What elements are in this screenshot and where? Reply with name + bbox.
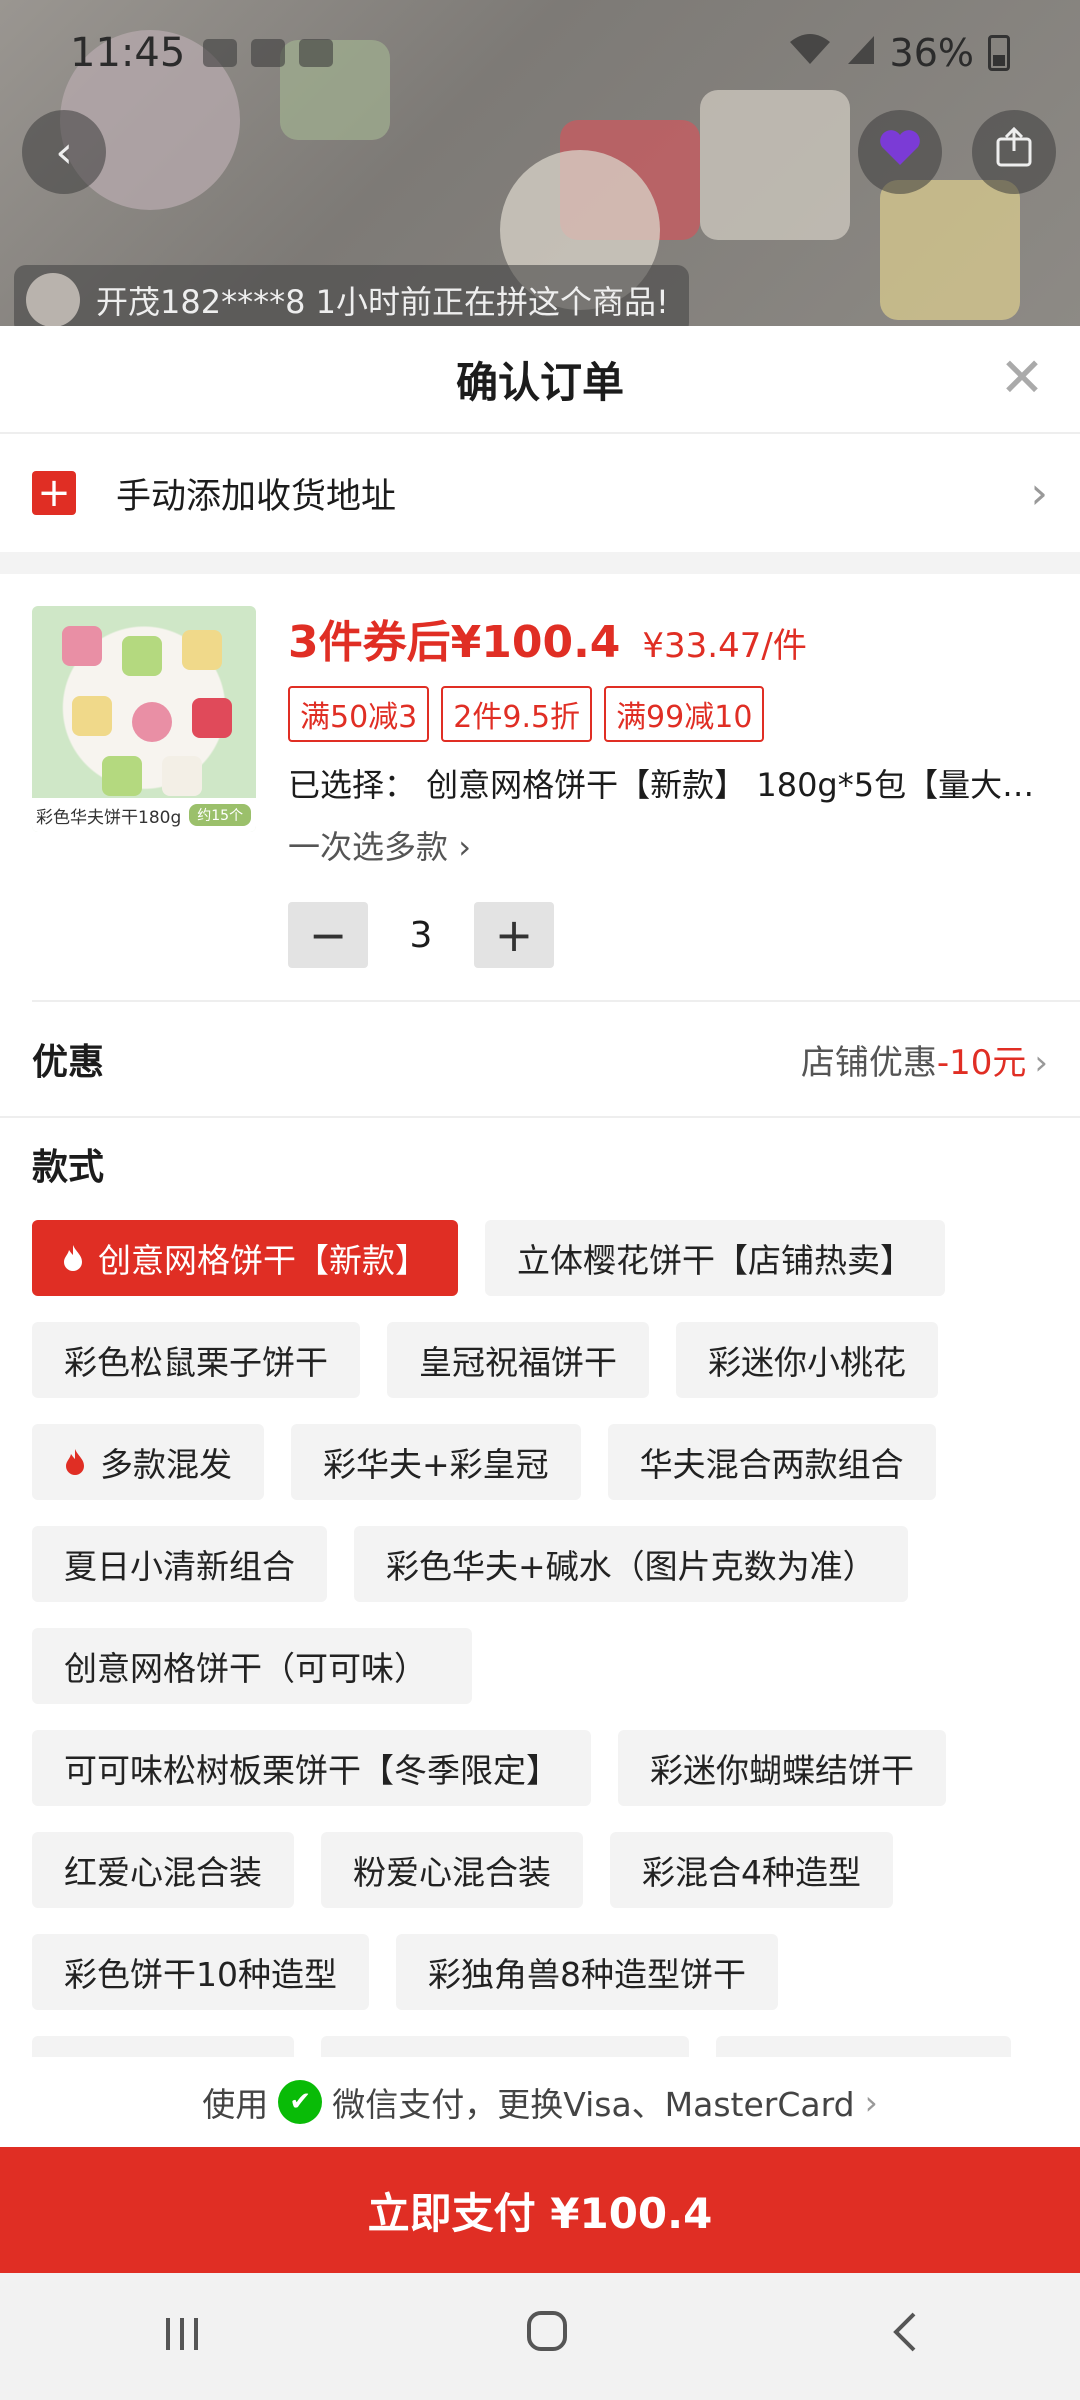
- promotion-row[interactable]: 优惠 店铺优惠-10元 ›: [0, 1002, 1080, 1118]
- discount-tag: 2件9.5折: [441, 686, 593, 742]
- style-option[interactable]: 立体樱花饼干【店铺热卖】: [485, 1220, 945, 1296]
- style-option[interactable]: 彩华夫+彩皇冠: [291, 1424, 581, 1500]
- back-nav-icon[interactable]: [890, 2308, 920, 2366]
- notification-icons: [203, 38, 334, 67]
- avatar: [26, 273, 80, 327]
- chevron-right-icon: ›: [1034, 1042, 1048, 1083]
- style-option-label: 创意网格饼干【新款】: [98, 1241, 428, 1280]
- style-option[interactable]: 彩色松鼠栗子饼干: [32, 1322, 360, 1398]
- product-summary: 彩色华夫饼干180g 约15个 3件券后¥100.4 ¥33.47/件 满50减…: [0, 574, 1080, 968]
- plus-icon: +: [32, 471, 76, 515]
- promotion-prefix: 店铺优惠: [800, 1042, 937, 1083]
- increment-button[interactable]: +: [474, 902, 554, 968]
- style-option-selected[interactable]: 创意网格饼干【新款】: [32, 1220, 458, 1296]
- signal-icon: [846, 31, 876, 75]
- heart-icon: [878, 127, 922, 178]
- status-time: 11:45: [70, 29, 186, 76]
- style-option[interactable]: 夏日小清新组合: [32, 1526, 327, 1602]
- chevron-right-icon: ›: [458, 828, 471, 866]
- close-icon[interactable]: ✕: [992, 348, 1052, 408]
- battery-level: 36%: [889, 30, 974, 75]
- style-option[interactable]: 彩迷你蝴蝶结饼干: [618, 1730, 946, 1806]
- discount-tag: 满99减10: [604, 686, 765, 742]
- style-option[interactable]: 彩色饼干10种造型: [32, 1934, 369, 2010]
- wifi-icon: [788, 31, 832, 75]
- multi-select-label: 一次选多款: [288, 828, 449, 866]
- product-thumbnail: 彩色华夫饼干180g 约15个: [32, 606, 256, 832]
- fire-icon: [66, 1449, 84, 1475]
- home-icon[interactable]: [523, 2307, 571, 2367]
- payment-method-row[interactable]: 使用 ✔ 微信支付，更换Visa、MasterCard ›: [0, 2057, 1080, 2147]
- system-navigation-bar: [0, 2273, 1080, 2400]
- status-bar: 11:45 36%: [0, 0, 1080, 105]
- battery-icon: [988, 34, 1010, 71]
- style-section-title: 款式: [32, 1147, 105, 1188]
- decrement-button[interactable]: −: [288, 902, 368, 968]
- share-button[interactable]: [972, 110, 1056, 194]
- wechat-pay-icon: ✔: [278, 2080, 323, 2124]
- pay-now-button[interactable]: 立即支付 ¥100.4: [0, 2147, 1080, 2273]
- sheet-header: 确认订单 ✕: [0, 326, 1080, 434]
- group-buy-ticker: 开茂182****8 1小时前正在拼这个商品!: [14, 265, 689, 335]
- promotion-label: 优惠: [32, 1042, 105, 1083]
- style-option[interactable]: 华夫混合两款组合: [607, 1424, 936, 1500]
- selected-variant[interactable]: 已选择： 创意网格饼干【新款】 180g*5包【量大买家可联系客服】: [288, 760, 1048, 806]
- add-address-label: 手动添加收货地址: [116, 476, 397, 517]
- payment-prefix: 使用: [202, 2085, 269, 2124]
- promotion-value: 店铺优惠-10元 ›: [801, 1035, 1048, 1084]
- back-button[interactable]: ‹: [22, 110, 106, 194]
- fire-icon: [64, 1245, 82, 1271]
- product-info: 3件券后¥100.4 ¥33.47/件 满50减3 2件9.5折 满99减10 …: [288, 606, 1048, 968]
- chevron-right-icon: ›: [1030, 467, 1048, 519]
- style-option[interactable]: 彩迷你小桃花: [676, 1322, 938, 1398]
- quantity-stepper: − 3 +: [288, 902, 1048, 968]
- style-option-label: 多款混发: [100, 1445, 232, 1484]
- style-option[interactable]: 红爱心混合装: [32, 1832, 294, 1908]
- style-option[interactable]: 可可味松树板栗饼干【冬季限定】: [32, 1730, 591, 1806]
- share-icon: [992, 125, 1036, 180]
- page-title: 确认订单: [455, 357, 624, 407]
- unit-price: ¥33.47/件: [642, 626, 807, 666]
- discount-tag: 满50减3: [288, 686, 430, 742]
- payment-method-text: 微信支付，更换Visa、MasterCard: [332, 2085, 855, 2124]
- discount-tags: 满50减3 2件9.5折 满99减10: [288, 686, 1048, 742]
- style-option[interactable]: 彩独角兽8种造型饼干: [396, 1934, 778, 2010]
- promotion-amount: -10元: [936, 1042, 1027, 1083]
- favorite-button[interactable]: [858, 110, 942, 194]
- add-address-row[interactable]: + 手动添加收货地址 ›: [0, 434, 1080, 552]
- thumbnail-caption-text: 彩色华夫饼干180g: [36, 807, 182, 828]
- recent-apps-icon[interactable]: [160, 2308, 204, 2366]
- style-option[interactable]: 创意网格饼干（可可味）: [32, 1628, 472, 1704]
- ticker-text: 开茂182****8 1小时前正在拼这个商品!: [96, 283, 669, 321]
- thumbnail-badge: 约15个: [189, 804, 252, 826]
- style-option[interactable]: 彩混合4种造型: [610, 1832, 893, 1908]
- section-gap: [0, 552, 1080, 574]
- chevron-left-icon: ‹: [55, 126, 73, 178]
- quantity-value[interactable]: 3: [368, 915, 474, 956]
- style-options: 创意网格饼干【新款】 立体樱花饼干【店铺热卖】 彩色松鼠栗子饼干 皇冠祝福饼干 …: [0, 1190, 1080, 2080]
- chevron-right-icon: ›: [864, 2082, 878, 2122]
- multi-select-link[interactable]: 一次选多款 ›: [288, 822, 1048, 868]
- style-option[interactable]: 彩色华夫+碱水（图片克数为准）: [354, 1526, 908, 1602]
- price-line: 3件券后¥100.4 ¥33.47/件: [288, 606, 1048, 670]
- style-option[interactable]: 皇冠祝福饼干: [387, 1322, 649, 1398]
- style-option-hot[interactable]: 多款混发: [32, 1424, 264, 1500]
- thumbnail-caption: 彩色华夫饼干180g 约15个: [32, 798, 256, 832]
- coupon-price: 3件券后¥100.4: [288, 617, 621, 668]
- style-option[interactable]: 粉爱心混合装: [321, 1832, 583, 1908]
